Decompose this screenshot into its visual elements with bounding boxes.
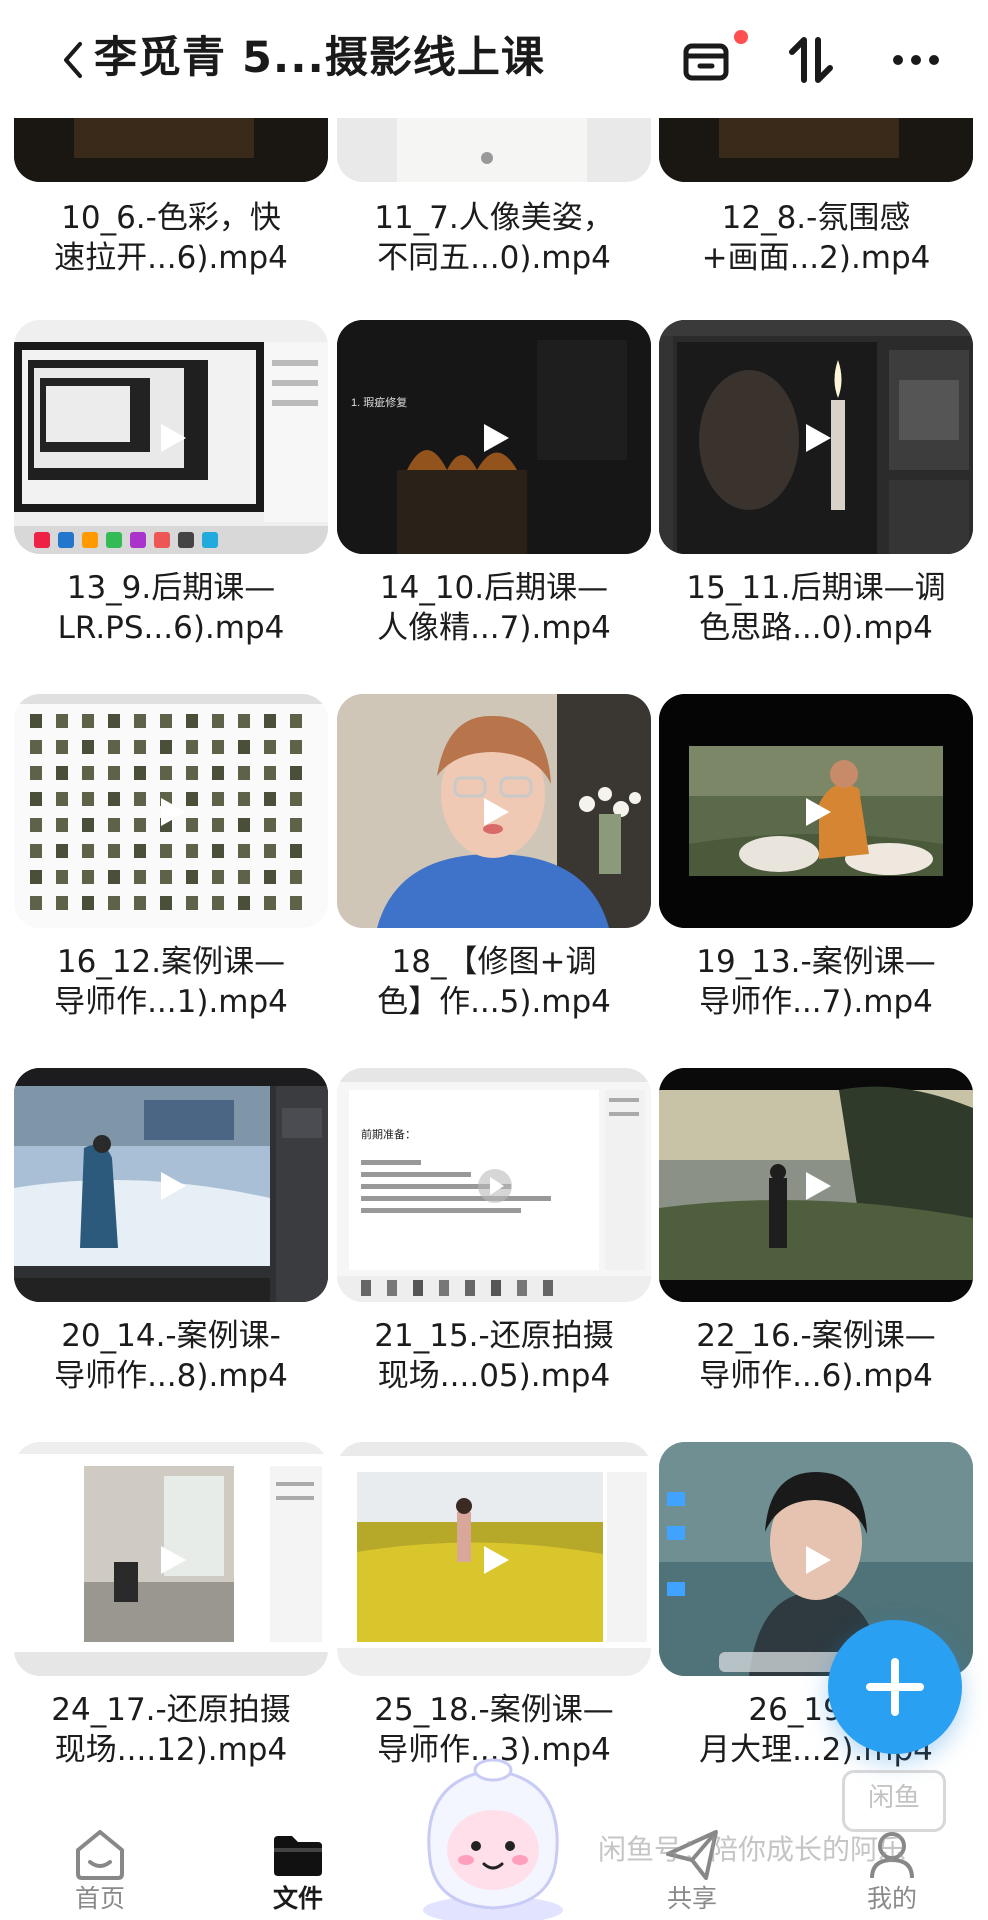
tab-label: 文件 — [272, 1884, 323, 1913]
play-icon — [800, 421, 834, 455]
file-name: 22_16.-案例课— 导师作...6).mp4 — [696, 1318, 936, 1394]
file-name: 20_14.-案例课- 导师作...8).mp4 — [54, 1318, 288, 1394]
more-options-icon[interactable] — [886, 30, 946, 90]
file-name: 18_【修图+调 色】作...5).mp4 — [377, 944, 611, 1020]
play-icon — [155, 795, 189, 829]
top-navigation-bar: 李觅青 5...摄影线上课 — [0, 0, 988, 118]
video-thumbnail[interactable] — [14, 320, 328, 554]
file-name: 24_17.-还原拍摄 现场....12).mp4 — [51, 1692, 291, 1768]
watermark-text: 闲鱼号：陪你成长的阿乐 — [598, 1833, 907, 1866]
play-icon — [478, 1543, 512, 1577]
video-thumbnail[interactable] — [659, 320, 973, 554]
file-name: 21_15.-还原拍摄 现场....05).mp4 — [374, 1318, 614, 1394]
play-icon — [478, 421, 512, 455]
watermark-logo: 闲鱼 — [842, 1770, 946, 1832]
file-item[interactable]: 16_12.案例课— 导师作...1).mp4 — [14, 694, 328, 1070]
play-icon — [155, 421, 189, 455]
folder-title: 李觅青 5...摄影线上课 — [94, 33, 545, 83]
video-thumbnail[interactable] — [659, 694, 973, 928]
slide-text: 1. 瑕疵修复 — [351, 395, 407, 409]
notification-dot — [734, 30, 748, 44]
file-item[interactable]: 20_14.-案例课- 导师作...8).mp4 — [14, 1068, 328, 1444]
file-item[interactable]: 前期准备： 21_15.-还原拍摄 现场....05).mp4 — [337, 1068, 651, 1444]
assistant-mascot-icon[interactable] — [400, 1740, 586, 1920]
play-icon — [478, 1169, 512, 1203]
play-icon — [155, 1543, 189, 1577]
video-thumbnail[interactable]: 前期准备： — [337, 1068, 651, 1302]
file-item[interactable]: 13_9.后期课— LR.PS...6).mp4 — [14, 320, 328, 696]
tab-files[interactable]: 文件 — [218, 1770, 378, 1920]
play-icon — [478, 795, 512, 829]
file-item[interactable]: 22_16.-案例课— 导师作...6).mp4 — [659, 1068, 973, 1444]
video-thumbnail[interactable] — [337, 694, 651, 928]
play-icon — [800, 795, 834, 829]
file-name: 19_13.-案例课— 导师作...7).mp4 — [696, 944, 936, 1020]
tab-label: 我的 — [866, 1884, 917, 1913]
video-thumbnail[interactable] — [659, 118, 973, 182]
file-name: 14_10.后期课— 人像精...7).mp4 — [377, 570, 611, 646]
tab-label: 首页 — [74, 1884, 125, 1913]
play-icon — [155, 1169, 189, 1203]
add-button[interactable] — [828, 1620, 962, 1754]
tab-home[interactable]: 首页 — [20, 1770, 180, 1920]
tab-label: 共享 — [666, 1884, 717, 1913]
file-item[interactable]: 19_13.-案例课— 导师作...7).mp4 — [659, 694, 973, 1070]
file-name: 13_9.后期课— LR.PS...6).mp4 — [57, 570, 285, 646]
video-thumbnail[interactable] — [337, 1442, 651, 1676]
slide-text: 前期准备： — [361, 1127, 416, 1141]
file-name: 11_7.人像美姿， 不同五...0).mp4 — [374, 200, 614, 276]
video-thumbnail[interactable] — [14, 118, 328, 182]
file-item[interactable]: 24_17.-还原拍摄 现场....12).mp4 — [14, 1442, 328, 1818]
video-thumbnail[interactable] — [337, 118, 651, 182]
file-item[interactable]: 18_【修图+调 色】作...5).mp4 — [337, 694, 651, 1070]
file-name: 15_11.后期课—调 色思路...0).mp4 — [686, 570, 946, 646]
sort-icon[interactable] — [780, 30, 840, 90]
file-name: 10_6.-色彩，快 速拉开...6).mp4 — [54, 200, 288, 276]
play-icon — [800, 1543, 834, 1577]
file-name: 12_8.-氛围感 +画面...2).mp4 — [701, 200, 931, 276]
file-item[interactable]: 1. 瑕疵修复 14_10.后期课— 人像精...7).mp4 — [337, 320, 651, 696]
back-chevron-icon[interactable] — [58, 40, 88, 80]
file-item[interactable]: 15_11.后期课—调 色思路...0).mp4 — [659, 320, 973, 696]
video-thumbnail[interactable] — [14, 1442, 328, 1676]
transfer-box-icon[interactable] — [676, 30, 736, 90]
play-icon — [800, 1169, 834, 1203]
home-face-icon — [70, 1824, 130, 1884]
folder-icon — [268, 1824, 328, 1884]
video-thumbnail[interactable]: 1. 瑕疵修复 — [337, 320, 651, 554]
video-thumbnail[interactable] — [14, 694, 328, 928]
file-name: 16_12.案例课— 导师作...1).mp4 — [54, 944, 288, 1020]
video-thumbnail[interactable] — [659, 1068, 973, 1302]
video-thumbnail[interactable] — [14, 1068, 328, 1302]
